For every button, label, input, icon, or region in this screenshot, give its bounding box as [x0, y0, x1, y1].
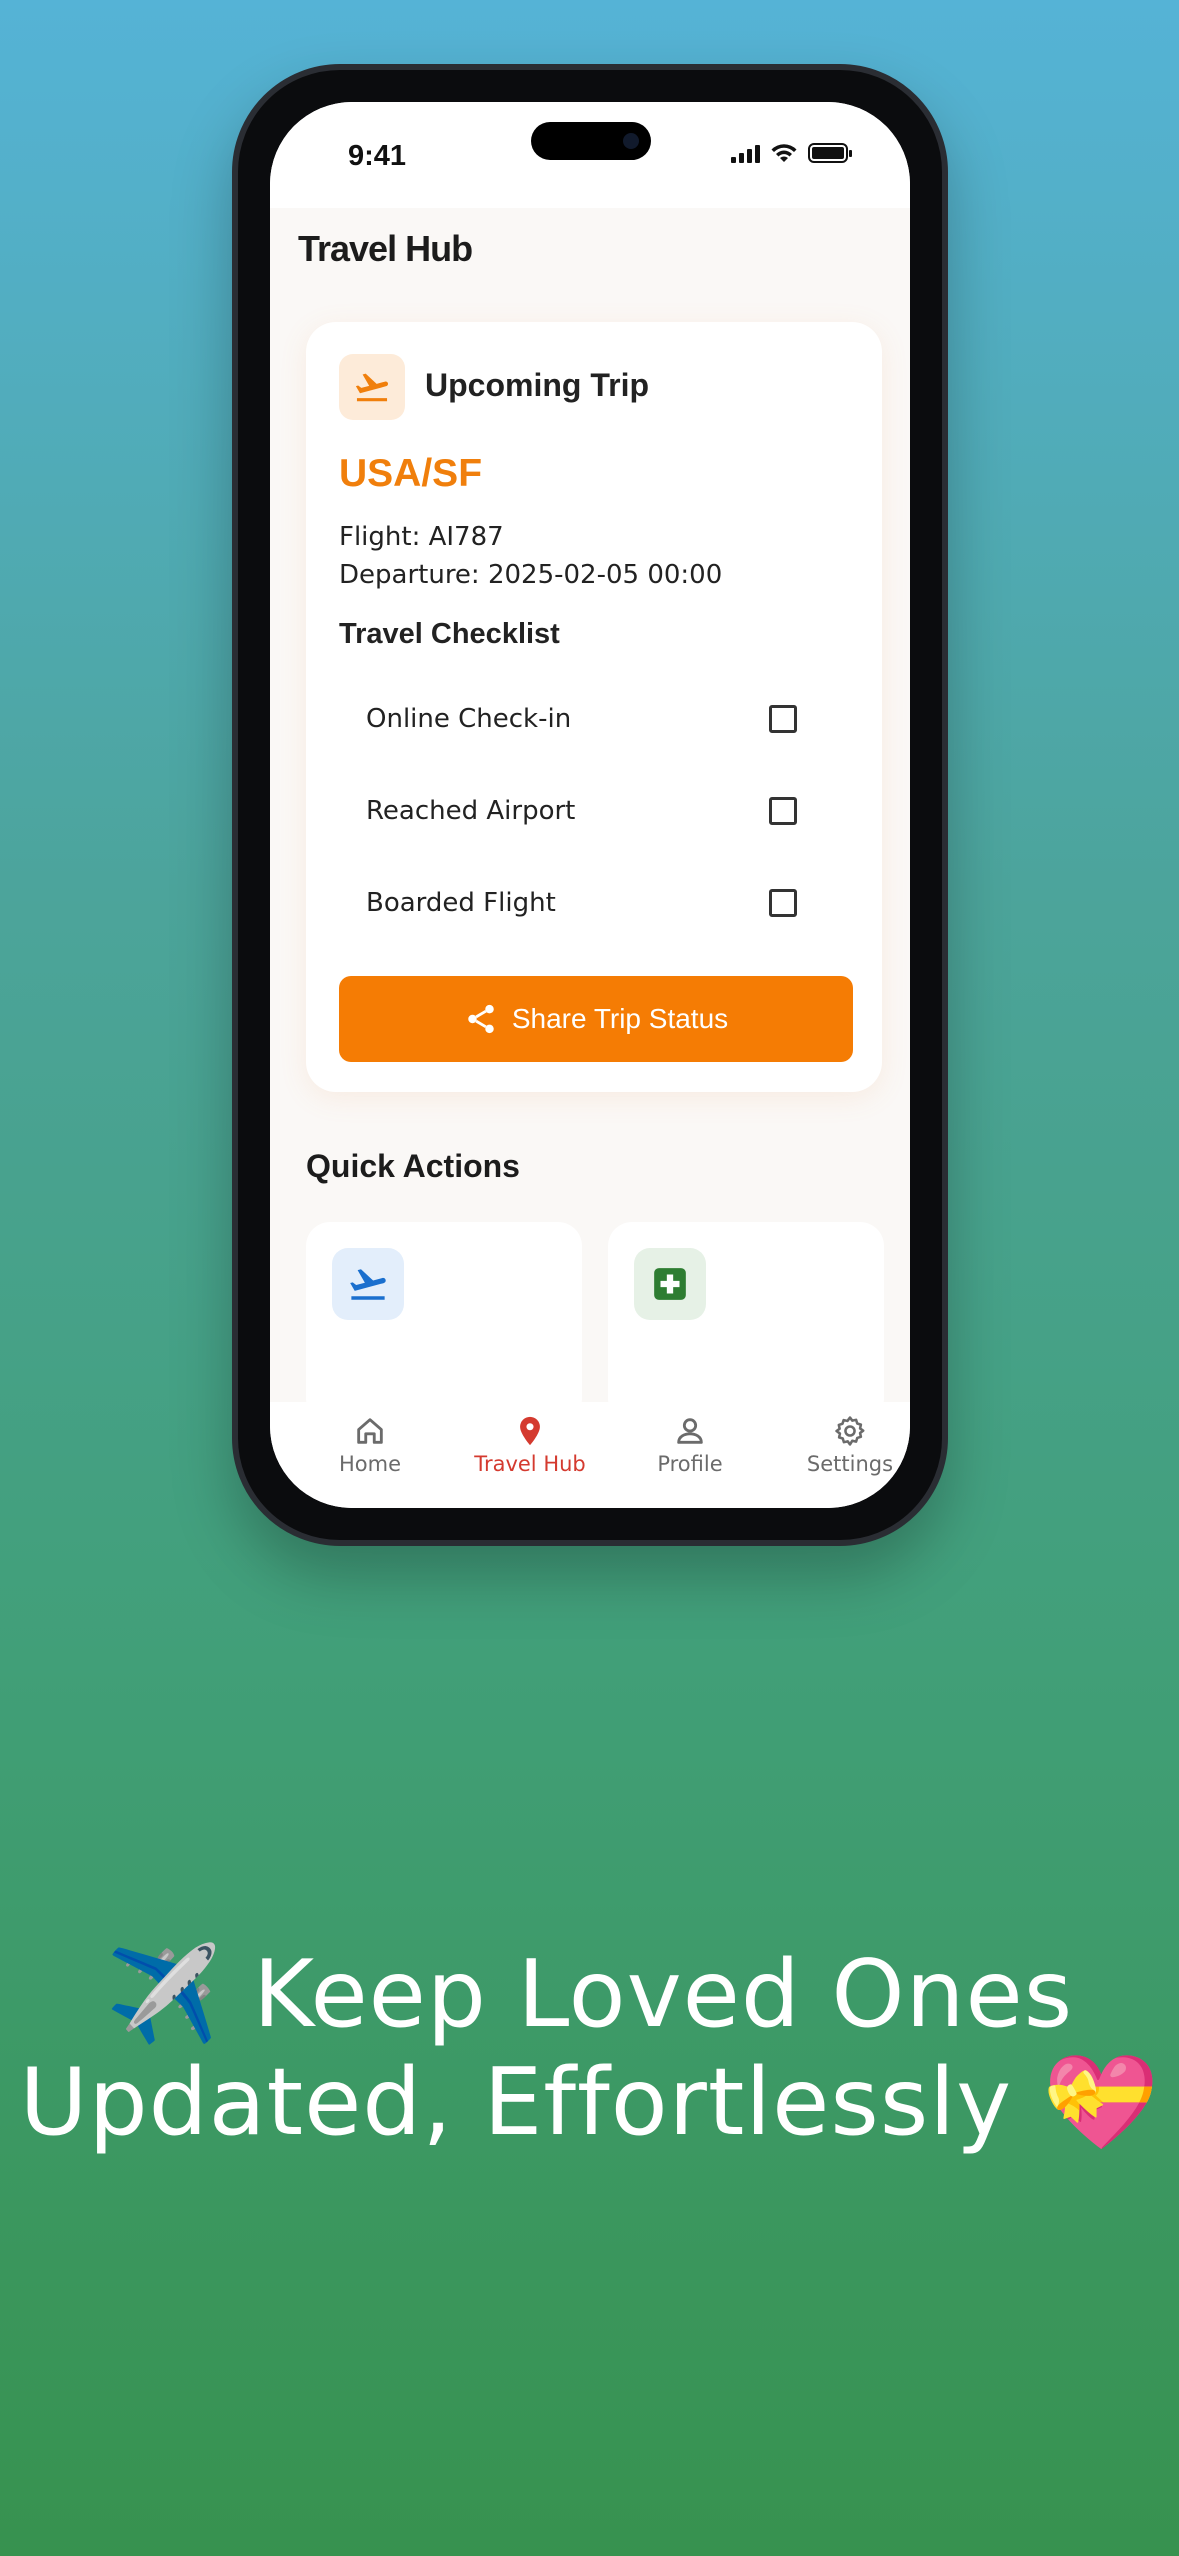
flight-takeoff-icon	[332, 1248, 404, 1320]
checklist-item-label: Reached Airport	[366, 796, 576, 826]
checklist-item-reached-airport[interactable]: Reached Airport	[339, 771, 849, 851]
cellular-signal-icon	[731, 143, 760, 163]
quick-action-medical[interactable]	[608, 1222, 884, 1402]
checkbox[interactable]	[769, 705, 797, 733]
share-icon	[468, 1004, 494, 1034]
status-icons	[731, 142, 852, 164]
tab-home[interactable]: Home	[290, 1414, 450, 1476]
checkbox[interactable]	[769, 889, 797, 917]
caption-line-1: ✈️ Keep Loved Ones	[105, 1940, 1074, 2048]
tab-travel-hub[interactable]: Travel Hub	[450, 1414, 610, 1476]
medical-cross-icon	[634, 1248, 706, 1320]
checklist-item-online-check-in[interactable]: Online Check-in	[339, 679, 849, 759]
card-heading: Upcoming Trip	[425, 367, 649, 403]
flight-number: Flight: AI787	[339, 522, 504, 552]
battery-icon	[808, 143, 852, 163]
quick-actions-title: Quick Actions	[306, 1148, 520, 1184]
tab-label: Home	[338, 1452, 401, 1476]
tab-profile[interactable]: Profile	[610, 1414, 770, 1476]
tab-label: Profile	[657, 1452, 723, 1476]
app-content: Travel Hub Upcoming Trip USA/SF Flight: …	[270, 208, 910, 1402]
tab-settings[interactable]: Settings	[770, 1414, 910, 1476]
checklist-item-label: Boarded Flight	[366, 888, 556, 918]
caption-line-2: Updated, Effortlessly 💝	[19, 2048, 1160, 2156]
camera-icon	[623, 133, 639, 149]
phone-frame: 9:41 Travel Hub Upcoming Trip USA/SF Fli…	[232, 64, 948, 1546]
checklist-title: Travel Checklist	[339, 618, 560, 650]
flight-takeoff-icon	[339, 354, 405, 420]
phone-screen: 9:41 Travel Hub Upcoming Trip USA/SF Fli…	[270, 102, 910, 1508]
status-time: 9:41	[348, 140, 407, 172]
trip-destination: USA/SF	[339, 452, 483, 495]
dynamic-island	[531, 122, 651, 160]
quick-action-flight[interactable]	[306, 1222, 582, 1402]
checklist-item-label: Online Check-in	[366, 704, 572, 734]
wifi-icon	[771, 144, 797, 162]
upcoming-trip-card: Upcoming Trip USA/SF Flight: AI787 Depar…	[306, 322, 882, 1092]
person-icon	[677, 1418, 703, 1444]
checkbox[interactable]	[769, 797, 797, 825]
tab-label: Travel Hub	[474, 1452, 586, 1476]
tab-label: Settings	[806, 1452, 894, 1476]
share-button-label: Share Trip Status	[511, 1003, 729, 1034]
gear-icon	[835, 1416, 865, 1446]
tab-bar: Home Travel Hub Profile Settings	[270, 1402, 910, 1508]
page-title: Travel Hub	[298, 228, 473, 269]
marketing-caption: ✈️ Keep Loved Ones Updated, Effortlessly…	[0, 1940, 1179, 2156]
status-bar: 9:41	[270, 102, 910, 208]
map-pin-icon	[520, 1416, 540, 1446]
departure-time: Departure: 2025-02-05 00:00	[339, 560, 723, 590]
checklist-item-boarded-flight[interactable]: Boarded Flight	[339, 863, 849, 943]
home-icon	[357, 1418, 383, 1444]
share-trip-status-button[interactable]: Share Trip Status	[339, 976, 853, 1062]
